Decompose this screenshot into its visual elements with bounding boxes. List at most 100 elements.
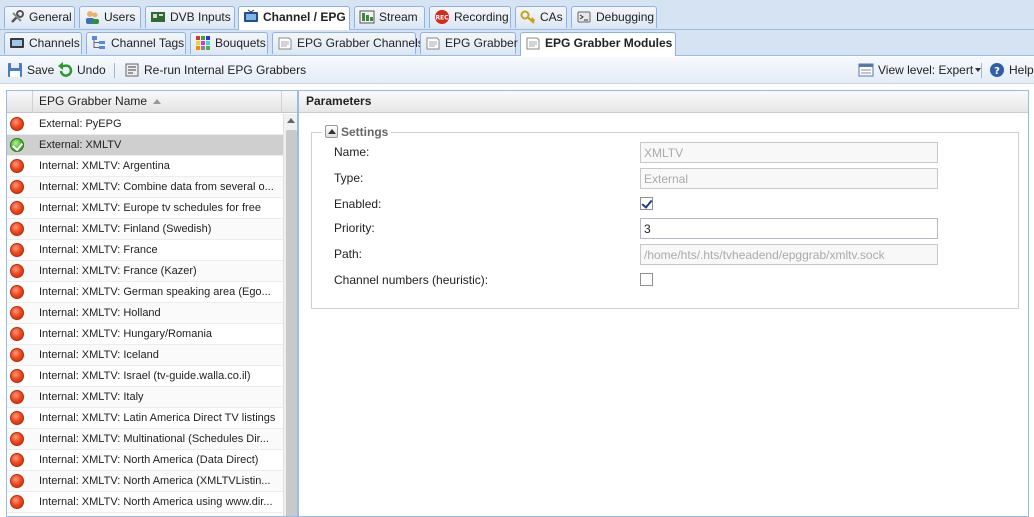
undo-icon [58,62,73,77]
tab-general[interactable]: General [4,6,75,28]
tab-debugging[interactable]: Debugging [571,6,657,28]
tab-label: Recording [454,10,509,24]
rerun-grabbers-button[interactable]: Re-run Internal EPG Grabbers [124,62,306,80]
grabber-name: Internal: XMLTV: Finland (Swedish) [39,223,212,235]
tab-label: Bouquets [215,36,266,50]
column-header-epg-grabber-name[interactable]: EPG Grabber Name [34,91,282,113]
epg-icon [526,37,540,50]
settings-legend: Settings [322,125,392,139]
status-disabled-icon [10,264,24,278]
channel-numbers-label: Channel numbers (heuristic): [334,273,489,287]
tab-channel-tags[interactable]: Channel Tags [86,32,186,54]
status-disabled-icon [10,243,24,257]
tab-label: General [29,10,72,24]
undo-button[interactable]: Undo [57,62,106,80]
tab-cas[interactable]: CAs [515,6,567,28]
table-row[interactable]: External: XMLTV [7,135,283,156]
table-row[interactable]: Internal: XMLTV: France [7,240,283,261]
table-row[interactable]: Internal: XMLTV: France (Kazer) [7,261,283,282]
table-row[interactable]: Internal: XMLTV: Iceland [7,345,283,366]
status-disabled-icon [10,222,24,236]
view-level-icon [858,63,874,77]
table-row[interactable]: Internal: XMLTV: Multinational (Schedule… [7,429,283,450]
grid-scrollbar[interactable] [283,114,297,516]
table-row[interactable]: Internal: XMLTV: Finland (Swedish) [7,219,283,240]
tab-dvb-inputs[interactable]: DVB Inputs [145,6,235,28]
grabber-name: Internal: XMLTV: North America (XMLTVLis… [39,475,271,487]
scrollbar-thumb[interactable] [286,130,297,516]
grabber-name: External: PyEPG [39,118,122,130]
grabber-name: Internal: XMLTV: German speaking area (E… [39,286,271,298]
name-field[interactable] [640,142,938,163]
table-row[interactable]: Internal: XMLTV: North America (Data Dir… [7,450,283,471]
svg-text:?: ? [994,66,1000,77]
grid-header: EPG Grabber Name [7,91,297,113]
table-row[interactable]: External: PyEPG [7,114,283,135]
type-field[interactable] [640,168,938,189]
table-row[interactable]: Internal: XMLTV: Italy [7,387,283,408]
tab-epg-grabber-channels[interactable]: EPG Grabber Channels [272,32,424,54]
path-field[interactable] [640,244,938,265]
tab-epg-grabber[interactable]: EPG Grabber [420,32,518,54]
status-disabled-icon [10,348,24,362]
status-disabled-icon [10,285,24,299]
table-row[interactable]: Internal: XMLTV: North America using www… [7,492,283,513]
table-row[interactable]: Internal: XMLTV: North America (XMLTVLis… [7,471,283,492]
tab-label: EPG Grabber Modules [545,36,673,50]
toolbar-separator [114,63,115,78]
enabled-checkbox[interactable] [640,197,653,210]
status-column-header[interactable] [7,91,33,113]
grabber-name: Internal: XMLTV: Multinational (Schedule… [39,433,269,445]
name-label: Name: [334,145,370,159]
table-row[interactable]: Internal: XMLTV: Argentina [7,156,283,177]
table-row[interactable]: Internal: XMLTV: Latin America Direct TV… [7,408,283,429]
grabber-name: Internal: XMLTV: Israel (tv-guide.walla.… [39,370,251,382]
table-row[interactable]: Internal: XMLTV: Holland [7,303,283,324]
sort-asc-icon [153,99,162,104]
grabber-name: Internal: XMLTV: Combine data from sever… [39,181,274,193]
save-label: Save [27,63,55,77]
tab-label: DVB Inputs [170,10,231,24]
tab-channel-epg[interactable]: Channel / EPG [238,6,350,30]
collapse-icon[interactable] [325,125,338,138]
status-disabled-icon [10,201,24,215]
table-row[interactable]: Internal: XMLTV: Israel (tv-guide.walla.… [7,366,283,387]
priority-field[interactable] [640,218,938,239]
status-disabled-icon [10,432,24,446]
table-row[interactable]: Internal: XMLTV: Hungary/Romania [7,324,283,345]
epg-icon [278,37,292,50]
column-header-label: EPG Grabber Name [39,94,148,108]
scroll-up-icon[interactable] [287,118,295,123]
tab-channels[interactable]: Channels [4,32,82,54]
settings-fieldset: Settings Name: Type: Enabled: Priority: … [311,125,1019,309]
tab-label: CAs [540,10,563,24]
tab-label: Debugging [596,10,655,24]
channel-numbers-checkbox[interactable] [640,273,653,286]
debug-icon [577,11,591,23]
tab-label: Users [104,10,136,24]
undo-label: Undo [77,63,106,77]
help-button[interactable]: ? Help [989,62,1034,80]
tab-stream[interactable]: Stream [354,6,425,28]
grabber-name: Internal: XMLTV: North America using www… [39,496,273,508]
epg-grabber-grid: EPG Grabber Name External: PyEPG External… [6,90,298,517]
status-disabled-icon [10,180,24,194]
tab-bouquets[interactable]: Bouquets [190,32,268,54]
grabber-name: Internal: XMLTV: Argentina [39,160,170,172]
tab-epg-grabber-modules[interactable]: EPG Grabber Modules [520,32,676,56]
tab-label: Channel Tags [111,36,185,50]
grabber-name: Internal: XMLTV: France [39,244,158,256]
tab-recording[interactable]: REC Recording [429,6,511,28]
table-row[interactable]: Internal: XMLTV: German speaking area (E… [7,282,283,303]
tab-label: EPG Grabber [445,36,518,50]
tab-users[interactable]: Users [79,6,141,28]
parameters-title: Parameters [299,91,1028,113]
table-row[interactable]: Internal: XMLTV: Europe tv schedules for… [7,198,283,219]
bouquets-icon [196,36,210,50]
toolbar: Save Undo Re-run Internal EPG Grabbers V… [0,57,1034,84]
save-button[interactable]: Save [7,62,54,80]
type-label: Type: [334,171,364,185]
view-level-dropdown[interactable]: View level: Expert [858,62,982,80]
status-disabled-icon [10,474,24,488]
table-row[interactable]: Internal: XMLTV: Combine data from sever… [7,177,283,198]
